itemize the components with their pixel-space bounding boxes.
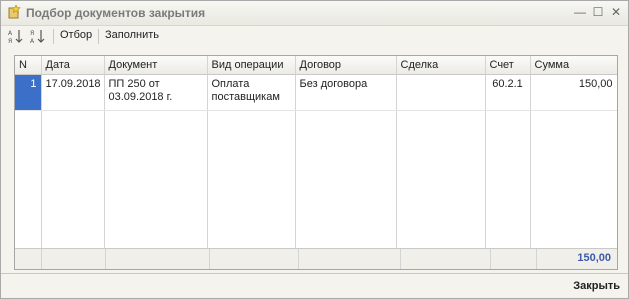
cell-deal[interactable] (396, 74, 486, 111)
close-button[interactable]: Закрыть (573, 280, 620, 292)
fill-button[interactable]: Заполнить (105, 29, 159, 41)
column-header-contract[interactable]: Договор (295, 56, 397, 75)
maximize-button[interactable]: ☐ (591, 5, 605, 19)
svg-text:Я: Я (30, 30, 34, 37)
dialog-window: Подбор документов закрытия — ☐ ✕ A Я Я A… (0, 0, 629, 299)
column-header-operation[interactable]: Вид операции (207, 56, 296, 75)
column-header-account[interactable]: Счет (485, 56, 531, 75)
column-header-date[interactable]: Дата (41, 56, 105, 75)
svg-text:A: A (30, 38, 35, 45)
window-title: Подбор документов закрытия (26, 6, 206, 20)
toolbar: A Я Я A Отбор Заполнить (1, 26, 628, 47)
footer-divider (1, 273, 628, 274)
column-header-deal[interactable]: Сделка (396, 56, 486, 75)
row-number[interactable]: 1 (15, 74, 42, 111)
svg-text:A: A (8, 30, 13, 37)
cell-operation[interactable]: Оплата поставщикам (207, 74, 296, 111)
document-star-icon (8, 5, 21, 19)
toolbar-separator (98, 29, 99, 44)
toolbar-separator (53, 29, 54, 44)
cell-amount[interactable]: 150,00 (530, 74, 617, 111)
sort-ascending-icon[interactable]: A Я (7, 28, 25, 45)
column-header-document[interactable]: Документ (104, 56, 208, 75)
cell-date[interactable]: 17.09.2018 (41, 74, 105, 111)
cell-document[interactable]: ПП 250 от 03.09.2018 г. (104, 74, 208, 111)
cell-account[interactable]: 60.2.1 (485, 74, 531, 111)
documents-table[interactable]: N Дата Документ Вид операции Договор Сде… (14, 55, 618, 270)
sort-descending-icon[interactable]: Я A (29, 28, 47, 45)
column-header-amount[interactable]: Сумма (530, 56, 617, 75)
svg-text:Я: Я (8, 38, 12, 45)
minimize-button[interactable]: — (573, 5, 587, 19)
cell-contract[interactable]: Без договора (295, 74, 397, 111)
empty-area (15, 110, 617, 250)
table-footer: 150,00 (15, 248, 617, 269)
table-row[interactable]: 1 17.09.2018 ПП 250 от 03.09.2018 г. Опл… (15, 74, 617, 111)
close-window-button[interactable]: ✕ (609, 5, 623, 19)
column-header-n[interactable]: N (15, 56, 42, 75)
table-header: N Дата Документ Вид операции Договор Сде… (15, 56, 617, 75)
amount-total: 150,00 (577, 252, 611, 264)
filter-button[interactable]: Отбор (60, 29, 92, 41)
title-bar[interactable]: Подбор документов закрытия — ☐ ✕ (1, 1, 628, 26)
